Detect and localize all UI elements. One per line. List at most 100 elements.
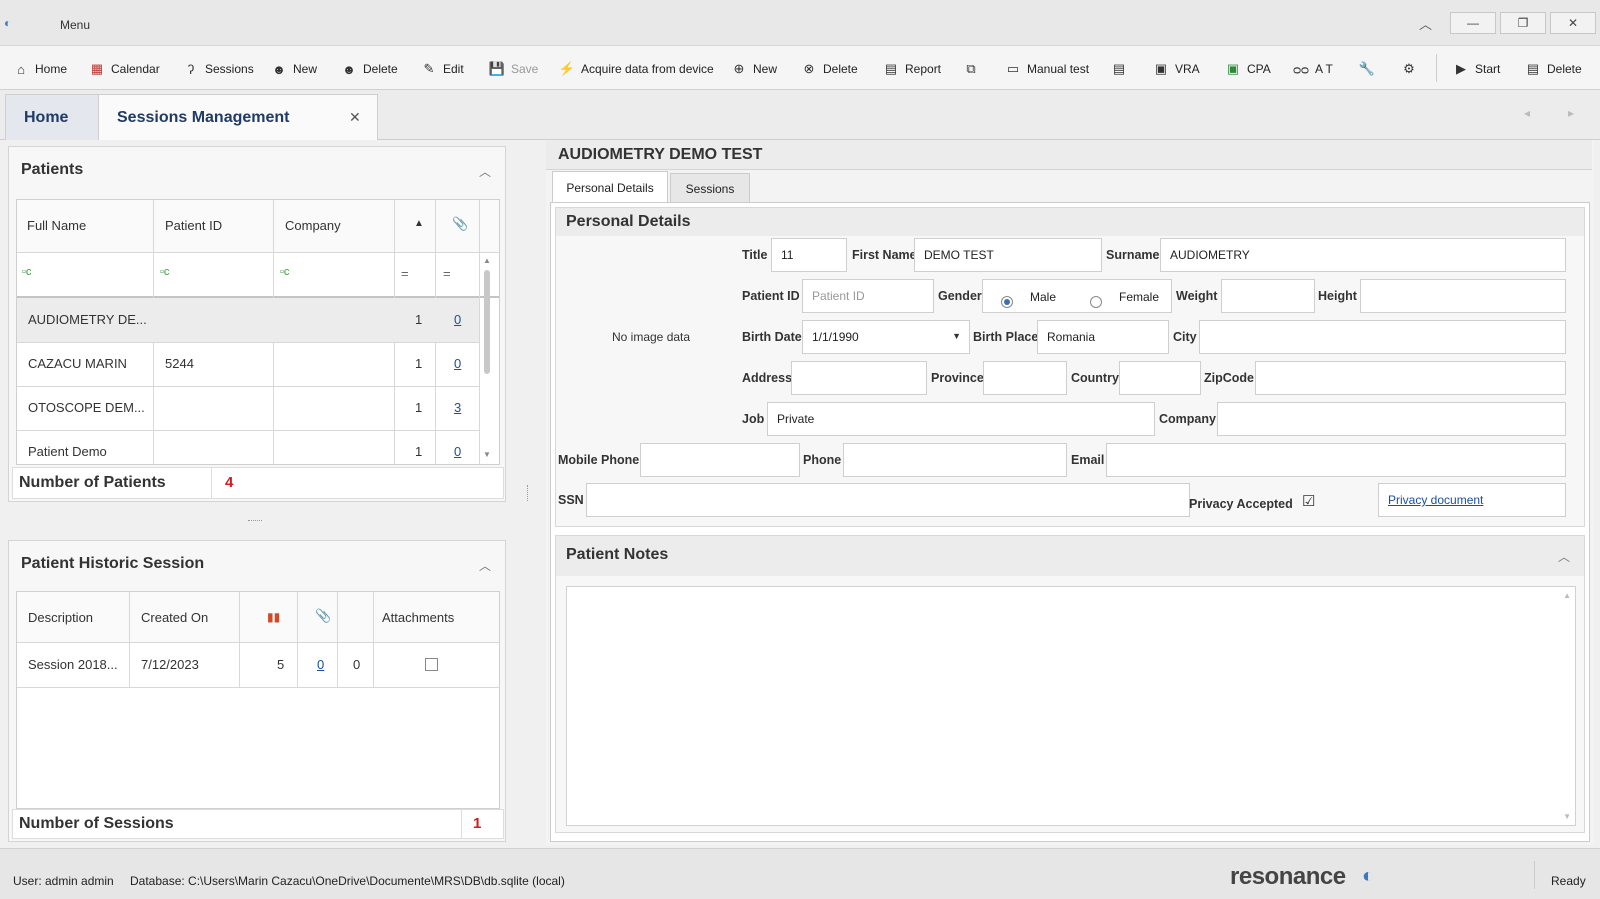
patients-scrollbar-thumb[interactable] (484, 270, 490, 374)
copy-report-button[interactable]: ⧉ (962, 58, 980, 80)
mobile-phone-field[interactable] (640, 443, 800, 477)
copy-document-icon: ⧉ (966, 61, 976, 76)
phone-field[interactable] (843, 443, 1067, 477)
filter-name-icon[interactable]: ▫ᴄ (22, 266, 31, 278)
menu-button[interactable]: Menu (60, 18, 90, 32)
patient-notes-group: Patient Notes ︿ ▲ ▼ (555, 535, 1585, 833)
sort-asc-icon[interactable]: ▲ (414, 218, 424, 229)
start-button[interactable]: ▶ Start (1452, 58, 1500, 80)
plug-icon: ⚡ (558, 61, 576, 76)
close-tab-icon[interactable]: ✕ (349, 109, 361, 126)
tab-scroll-left-icon[interactable]: ◂ (1524, 106, 1530, 120)
weight-field[interactable] (1221, 279, 1315, 313)
zipcode-field[interactable] (1255, 361, 1566, 395)
patient-attachments-link[interactable]: 0 (454, 444, 461, 459)
sessions-button[interactable]: ʔ Sessions (182, 58, 254, 80)
toolbar: ⌂ Home ▦ Calendar ʔ Sessions ☻ New ☻ Delete ✎… (0, 46, 1600, 90)
attachment-column-icon: 📎 (452, 216, 469, 231)
home-button[interactable]: ⌂ Home (12, 58, 67, 80)
column-company[interactable]: Company (285, 218, 341, 233)
tools-button[interactable]: 🔧 (1358, 58, 1376, 80)
table-row[interactable]: Patient Demo 1 0 (17, 431, 479, 464)
address-field[interactable] (791, 361, 927, 395)
filter-id-icon[interactable]: ▫ᴄ (160, 266, 169, 278)
new-session-button[interactable]: ⊕ New (730, 58, 777, 80)
gender-female-radio[interactable] (1090, 296, 1102, 308)
tab-sessions-management[interactable]: Sessions Management ✕ (98, 94, 378, 140)
minimize-button[interactable]: — (1450, 12, 1496, 34)
at-button[interactable]: ᴑᴑ A T (1292, 58, 1333, 80)
patient-notes-textarea[interactable]: ▲ ▼ (566, 586, 1576, 826)
attachments-checkbox[interactable] (425, 658, 438, 671)
first-name-field[interactable]: DEMO TEST (914, 238, 1102, 272)
patient-id: 5244 (165, 356, 194, 371)
wrench-icon: 🔧 (1358, 61, 1376, 76)
edit-button[interactable]: ✎ Edit (420, 58, 464, 80)
tab-personal-details[interactable]: Personal Details (552, 171, 668, 203)
session-attachments-link[interactable]: 0 (317, 657, 324, 672)
title-field[interactable]: 11 (771, 238, 847, 272)
column-full-name[interactable]: Full Name (27, 218, 86, 233)
birth-place-field[interactable]: Romania (1037, 320, 1169, 354)
delete-patient-button[interactable]: ☻ Delete (340, 58, 398, 80)
gender-male-radio[interactable] (1001, 296, 1013, 308)
acquire-data-button[interactable]: ⚡ Acquire data from device (558, 58, 714, 80)
scroll-down-icon[interactable]: ▼ (483, 450, 491, 459)
scroll-up-icon[interactable]: ▲ (483, 256, 491, 265)
surname-field[interactable]: AUDIOMETRY (1160, 238, 1566, 272)
email-field[interactable] (1106, 443, 1566, 477)
vra-button[interactable]: ▣ VRA (1152, 58, 1200, 80)
close-window-button[interactable]: ✕ (1550, 12, 1596, 34)
column-patient-id[interactable]: Patient ID (165, 218, 222, 233)
country-field[interactable] (1119, 361, 1201, 395)
privacy-document-link[interactable]: Privacy document (1388, 493, 1483, 507)
report-button[interactable]: ▤ Report (882, 58, 941, 80)
city-field[interactable] (1199, 320, 1566, 354)
ssn-field[interactable] (586, 483, 1190, 517)
vertical-splitter[interactable] (527, 485, 529, 501)
filter-equals-icon-2[interactable]: = (443, 266, 451, 281)
cpa-button[interactable]: ▣ CPA (1224, 58, 1271, 80)
glasses-icon: ᴑᴑ (1293, 61, 1309, 77)
document-settings-button[interactable]: ▤ (1110, 58, 1128, 80)
column-attachments[interactable]: Attachments (382, 610, 454, 625)
chevron-down-icon[interactable]: ▼ (952, 331, 961, 341)
calendar-button[interactable]: ▦ Calendar (88, 58, 160, 80)
status-user: User: admin admin (13, 874, 114, 888)
tab-scroll-right-icon[interactable]: ▸ (1568, 106, 1574, 120)
province-label: Province (931, 371, 984, 385)
delete-session-button[interactable]: ⊗ Delete (800, 58, 858, 80)
patient-id-field[interactable]: Patient ID (802, 279, 934, 313)
height-field[interactable] (1360, 279, 1566, 313)
privacy-accepted-checkbox[interactable]: ☑ (1302, 492, 1315, 510)
tab-sessions[interactable]: Sessions (670, 173, 750, 203)
collapse-ribbon-icon[interactable]: ︿ (1419, 14, 1432, 33)
settings-document-button[interactable]: ⚙ (1400, 58, 1418, 80)
weight-label: Weight (1176, 289, 1218, 303)
filter-equals-icon[interactable]: = (401, 266, 409, 281)
column-description[interactable]: Description (28, 610, 93, 625)
job-field[interactable]: Private (767, 402, 1155, 436)
collapse-history-icon[interactable]: ︿ (479, 557, 491, 574)
collapse-patients-icon[interactable]: ︿ (479, 163, 491, 180)
patient-attachments-link[interactable]: 3 (454, 400, 461, 415)
manual-test-button[interactable]: ▭ Manual test (1004, 58, 1089, 80)
session-other-count: 0 (353, 657, 361, 672)
tab-home[interactable]: Home (5, 94, 99, 140)
save-button[interactable]: 💾 Save (488, 58, 538, 80)
filter-company-icon[interactable]: ▫ᴄ (280, 266, 289, 278)
province-field[interactable] (983, 361, 1067, 395)
birth-date-picker[interactable]: 1/1/1990 ▼ (802, 320, 970, 354)
column-created-on[interactable]: Created On (141, 610, 208, 625)
scroll-up-icon[interactable]: ▲ (1563, 591, 1571, 600)
new-patient-button[interactable]: ☻ New (270, 58, 317, 80)
horizontal-splitter[interactable] (248, 520, 262, 522)
restore-button[interactable]: ❐ (1500, 12, 1546, 34)
company-field[interactable] (1217, 402, 1566, 436)
collapse-notes-icon[interactable]: ︿ (1558, 548, 1570, 565)
patient-attachments-link[interactable]: 0 (454, 356, 461, 371)
scroll-down-icon[interactable]: ▼ (1563, 812, 1571, 821)
delete-test-button[interactable]: ▤ Delete (1524, 58, 1582, 80)
patient-attachments-link[interactable]: 0 (454, 312, 461, 327)
delete-user-icon: ☻ (342, 61, 356, 77)
